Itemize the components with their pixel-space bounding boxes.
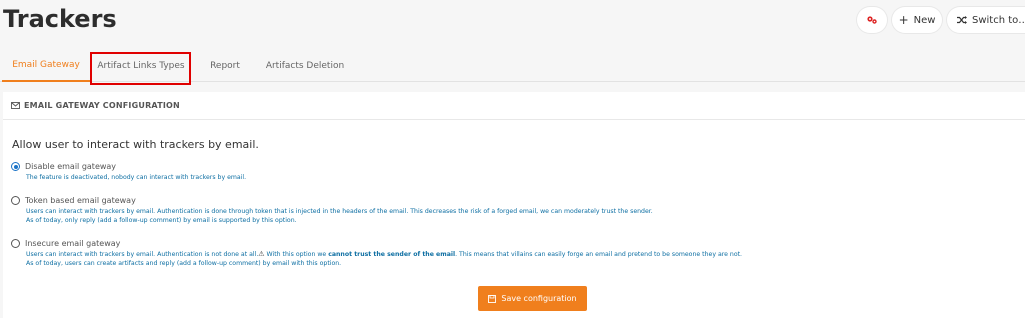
save-configuration-button[interactable]: Save configuration xyxy=(478,286,587,311)
option-label: Insecure email gateway xyxy=(25,239,121,248)
panel-header: EMAIL GATEWAY CONFIGURATION xyxy=(3,92,1025,120)
highlight-annotation-box xyxy=(90,52,191,85)
option-description-line: As of today, only reply (add a follow-up… xyxy=(26,217,297,224)
radio-token-based-email-gateway[interactable] xyxy=(11,196,20,205)
option-description-line: Users can interact with trackers by emai… xyxy=(26,208,653,215)
option-description-text: Users can interact with trackers by emai… xyxy=(26,251,259,258)
panel-heading: EMAIL GATEWAY CONFIGURATION xyxy=(24,101,180,110)
panel-lead-text: Allow user to interact with trackers by … xyxy=(12,138,259,151)
option-label: Disable email gateway xyxy=(25,162,117,171)
option-description: The feature is deactivated, nobody can i… xyxy=(26,174,247,181)
radio-disable-email-gateway[interactable] xyxy=(11,162,20,171)
option-description-line: As of today, users can create artifacts … xyxy=(26,260,342,267)
new-button-label: New xyxy=(913,14,936,26)
radio-insecure-email-gateway[interactable] xyxy=(11,239,20,248)
gears-icon xyxy=(867,16,877,24)
new-button[interactable]: + New xyxy=(892,7,942,33)
tab-email-gateway[interactable]: Email Gateway xyxy=(2,50,90,82)
email-gateway-panel: EMAIL GATEWAY CONFIGURATION Allow user t… xyxy=(3,92,1025,318)
option-description-line: Users can interact with trackers by emai… xyxy=(26,250,742,259)
plus-icon: + xyxy=(898,13,909,27)
shuffle-icon xyxy=(957,16,967,24)
tab-report[interactable]: Report xyxy=(200,50,250,82)
page-title: Trackers xyxy=(3,5,117,33)
option-token-based-email-gateway: Token based email gateway Users can inte… xyxy=(11,196,653,225)
switch-to-label: Switch to… xyxy=(972,14,1025,26)
option-description-text: . This means that villains can easily fo… xyxy=(455,251,743,258)
save-icon xyxy=(488,294,497,303)
tab-artifacts-deletion[interactable]: Artifacts Deletion xyxy=(258,50,352,82)
option-disable-email-gateway: Disable email gateway The feature is dea… xyxy=(11,162,246,182)
switch-to-button[interactable]: Switch to… xyxy=(947,7,1025,33)
option-description: Users can interact with trackers by emai… xyxy=(26,250,742,268)
option-insecure-email-gateway: Insecure email gateway Users can interac… xyxy=(11,239,742,268)
option-label: Token based email gateway xyxy=(25,196,136,205)
envelope-icon xyxy=(11,102,20,109)
page-header: Trackers + New Switch to… xyxy=(0,0,1025,44)
option-description: Users can interact with trackers by emai… xyxy=(26,207,653,225)
save-configuration-label: Save configuration xyxy=(501,294,577,303)
tracker-settings-button[interactable] xyxy=(857,7,887,33)
option-description-text: With this option we xyxy=(264,251,329,258)
option-description-bold: cannot trust the sender of the email xyxy=(328,251,456,258)
